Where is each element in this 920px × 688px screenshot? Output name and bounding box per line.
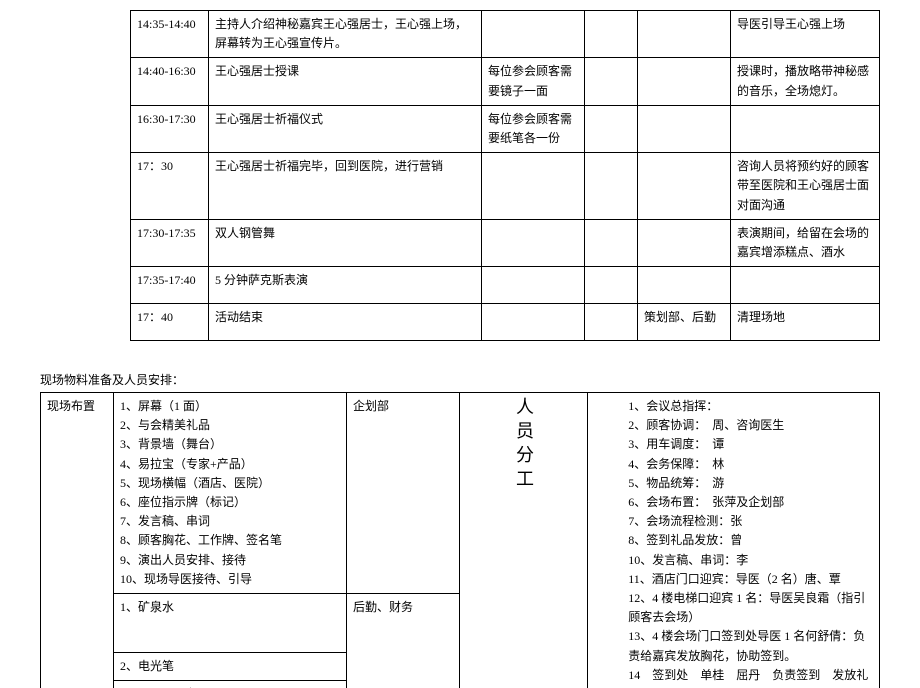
schedule-cell-note xyxy=(731,105,880,152)
staff-label: 人员分工 xyxy=(509,397,538,493)
schedule-cell-note: 清理场地 xyxy=(731,304,880,341)
schedule-row: 17:35-17:405 分钟萨克斯表演 xyxy=(131,267,880,304)
schedule-cell-time: 17：30 xyxy=(131,153,209,220)
schedule-cell-empty xyxy=(585,304,638,341)
staff-items: 1、会议总指挥： 2、顾客协调： 周、咨询医生 3、用车调度： 谭 4、会务保障… xyxy=(588,393,880,688)
schedule-row: 14:35-14:40主持人介绍神秘嘉宾王心强居士，王心强上场，屏幕转为王心强宣… xyxy=(131,11,880,58)
scene-owner-a: 企划部 xyxy=(347,393,460,594)
staff-label-cell: 人员分工 xyxy=(460,393,588,688)
schedule-cell-empty xyxy=(585,153,638,220)
schedule-cell-note: 导医引导王心强上场 xyxy=(731,11,880,58)
schedule-cell-time: 17:35-17:40 xyxy=(131,267,209,304)
schedule-cell-time: 17：40 xyxy=(131,304,209,341)
schedule-cell-note: 表演期间，给留在会场的嘉宾增添糕点、酒水 xyxy=(731,219,880,266)
schedule-cell-empty xyxy=(585,219,638,266)
schedule-table: 14:35-14:40主持人介绍神秘嘉宾王心强居士，王心强上场，屏幕转为王心强宣… xyxy=(130,10,880,341)
schedule-cell-need xyxy=(482,11,585,58)
schedule-cell-dept: 策划部、后勤 xyxy=(638,304,731,341)
schedule-cell-time: 14:35-14:40 xyxy=(131,11,209,58)
schedule-cell-desc: 双人钢管舞 xyxy=(209,219,482,266)
schedule-cell-dept xyxy=(638,58,731,105)
schedule-row: 17：40活动结束 策划部、后勤清理场地 xyxy=(131,304,880,341)
schedule-cell-desc: 王心强居士祈福仪式 xyxy=(209,105,482,152)
schedule-row: 17：30王心强居士祈福完毕，回到医院，进行营销 咨询人员将预约好的顾客带至医院和… xyxy=(131,153,880,220)
schedule-row: 14:40-16:30王心强居士授课每位参会顾客需要镜子一面 授课时，播放略带神秘… xyxy=(131,58,880,105)
schedule-cell-time: 16:30-17:30 xyxy=(131,105,209,152)
schedule-cell-note: 授课时，播放略带神秘感的音乐，全场熄灯。 xyxy=(731,58,880,105)
arrangement-table: 现场布置 1、屏幕（1 面） 2、与会精美礼品 3、背景墙（舞台） 4、易拉宝（… xyxy=(40,392,880,688)
schedule-cell-dept xyxy=(638,267,731,304)
schedule-cell-desc: 主持人介绍神秘嘉宾王心强居士，王心强上场，屏幕转为王心强宣传片。 xyxy=(209,11,482,58)
schedule-row: 16:30-17:30王心强居士祈福仪式每位参会顾客需要纸笔各一份 xyxy=(131,105,880,152)
schedule-cell-empty xyxy=(585,105,638,152)
schedule-cell-desc: 王心强居士祈福完毕，回到医院，进行营销 xyxy=(209,153,482,220)
schedule-row: 17:30-17:35双人钢管舞 表演期间，给留在会场的嘉宾增添糕点、酒水 xyxy=(131,219,880,266)
schedule-cell-need: 每位参会顾客需要镜子一面 xyxy=(482,58,585,105)
schedule-cell-need xyxy=(482,304,585,341)
schedule-cell-desc: 5 分钟萨克斯表演 xyxy=(209,267,482,304)
scene-item-b3: 3、现场 PoS 机 xyxy=(114,680,347,688)
scene-item-b2: 2、电光笔 xyxy=(114,652,347,680)
schedule-cell-dept xyxy=(638,153,731,220)
scene-owner-b: 后勤、财务 xyxy=(347,593,460,688)
schedule-cell-empty xyxy=(585,11,638,58)
schedule-cell-dept xyxy=(638,105,731,152)
schedule-cell-empty xyxy=(585,267,638,304)
scene-items-a: 1、屏幕（1 面） 2、与会精美礼品 3、背景墙（舞台） 4、易拉宝（专家+产品… xyxy=(114,393,347,594)
schedule-cell-note xyxy=(731,267,880,304)
schedule-cell-dept xyxy=(638,11,731,58)
schedule-cell-time: 14:40-16:30 xyxy=(131,58,209,105)
schedule-cell-time: 17:30-17:35 xyxy=(131,219,209,266)
scene-label: 现场布置 xyxy=(41,393,114,688)
schedule-cell-need: 每位参会顾客需要纸笔各一份 xyxy=(482,105,585,152)
schedule-cell-desc: 活动结束 xyxy=(209,304,482,341)
schedule-cell-need xyxy=(482,267,585,304)
schedule-cell-dept xyxy=(638,219,731,266)
schedule-cell-need xyxy=(482,153,585,220)
schedule-cell-desc: 王心强居士授课 xyxy=(209,58,482,105)
schedule-cell-note: 咨询人员将预约好的顾客带至医院和王心强居士面对面沟通 xyxy=(731,153,880,220)
scene-item-b1: 1、矿泉水 xyxy=(114,593,347,652)
schedule-cell-empty xyxy=(585,58,638,105)
schedule-cell-need xyxy=(482,219,585,266)
section-title: 现场物料准备及人员安排： xyxy=(40,371,880,388)
